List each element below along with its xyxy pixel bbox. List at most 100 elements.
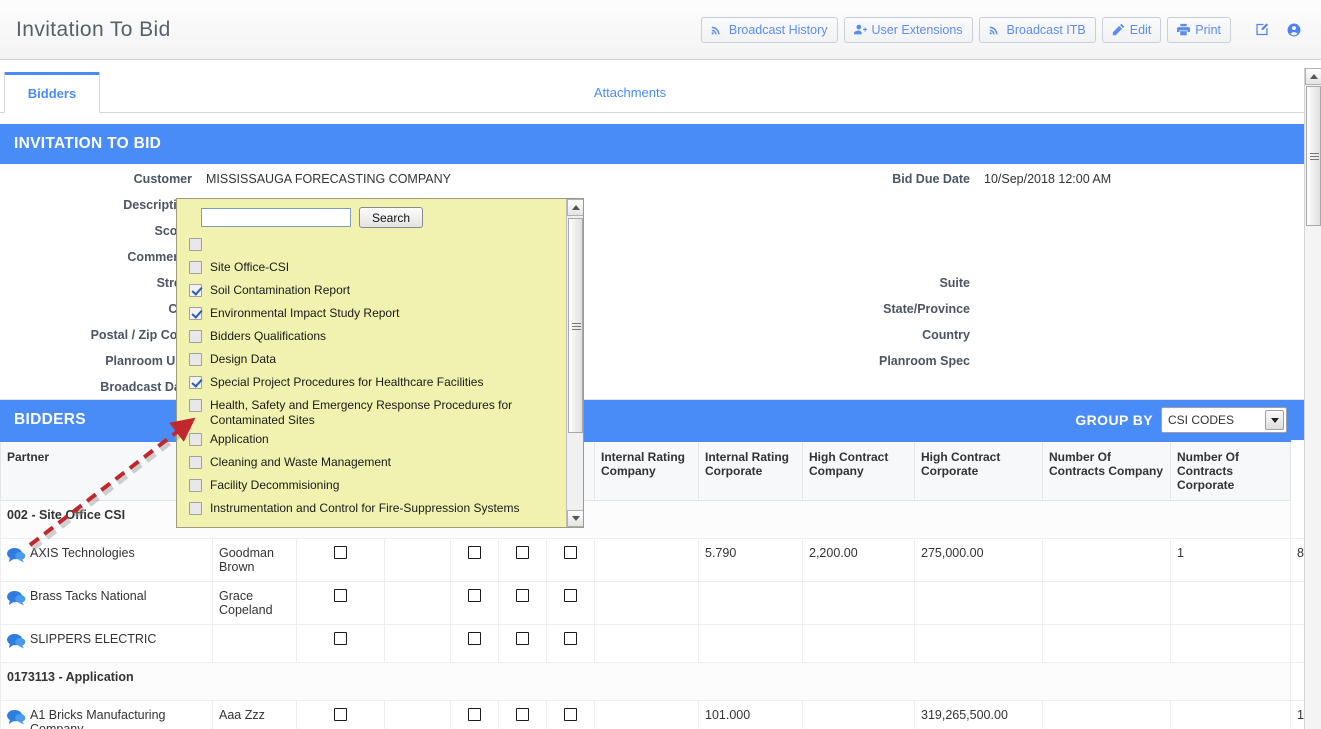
row-checkbox[interactable] [334, 632, 347, 645]
chat-bubble-icon[interactable] [7, 633, 26, 652]
group-by-select[interactable]: CSI CODES [1161, 407, 1287, 433]
edit-square-icon[interactable] [1249, 17, 1275, 43]
col-internal-rating-corporate[interactable]: Internal Rating Corporate [698, 440, 803, 501]
page-scroll-up-arrow-icon[interactable] [1305, 68, 1321, 85]
col-number-of-contracts-company[interactable]: Number Of Contracts Company [1042, 440, 1171, 501]
multiselect-option-checkbox[interactable] [189, 376, 202, 389]
tab-bidders[interactable]: Bidders [4, 72, 100, 113]
table-row[interactable]: AXIS Technologies Goodman Brown 5.790 2,200… [0, 538, 1305, 582]
row-checkbox[interactable] [468, 589, 481, 602]
cell-checkbox-5[interactable] [546, 624, 595, 663]
multiselect-option-checkbox[interactable] [189, 238, 202, 251]
print-button[interactable]: Print [1167, 16, 1231, 43]
col-number-of-contracts-corporate[interactable]: Number Of Contracts Corporate [1170, 440, 1291, 501]
cell-checkbox-1[interactable] [296, 538, 385, 582]
multiselect-option[interactable]: Design Data [183, 349, 583, 372]
chat-bubble-icon[interactable] [7, 590, 26, 609]
cell-checkbox-3[interactable] [450, 700, 499, 729]
cell-checkbox-4[interactable] [498, 624, 547, 663]
row-checkbox[interactable] [334, 708, 347, 721]
multiselect-option[interactable] [183, 234, 583, 257]
cell-checkbox-1[interactable] [296, 624, 385, 663]
multiselect-option-checkbox[interactable] [189, 353, 202, 366]
chat-bubble-icon[interactable] [7, 547, 26, 563]
scroll-up-arrow-icon[interactable] [567, 199, 583, 216]
page-scrollbar-thumb[interactable] [1306, 86, 1321, 226]
cell-checkbox-2[interactable] [384, 700, 451, 729]
col-high-contract-corporate[interactable]: High Contract Corporate [914, 440, 1043, 501]
multiselect-option[interactable]: Site Office-CSI [183, 257, 583, 280]
multiselect-option[interactable]: Facility Decommisioning [183, 475, 583, 498]
multiselect-option-checkbox[interactable] [189, 261, 202, 274]
multiselect-option-checkbox[interactable] [189, 284, 202, 297]
table-row[interactable]: A1 Bricks Manufacturing Company Aaa Zzz 10… [0, 700, 1305, 729]
tab-attachments[interactable]: Attachments [560, 72, 700, 113]
col-internal-rating-company[interactable]: Internal Rating Company [594, 440, 699, 501]
chat-bubble-icon[interactable] [7, 633, 26, 649]
chat-bubble-icon[interactable] [7, 709, 26, 725]
col-high-contract-company[interactable]: High Contract Company [802, 440, 915, 501]
multiselect-option[interactable]: Application [183, 429, 583, 452]
multiselect-option[interactable]: Cleaning and Waste Management [183, 452, 583, 475]
multiselect-option-checkbox[interactable] [189, 502, 202, 515]
multiselect-option[interactable]: Health, Safety and Emergency Response Pr… [183, 395, 583, 429]
multiselect-option-checkbox[interactable] [189, 456, 202, 469]
cell-checkbox-5[interactable] [546, 581, 595, 625]
row-checkbox[interactable] [516, 708, 529, 721]
cell-checkbox-3[interactable] [450, 581, 499, 625]
multiselect-option-checkbox[interactable] [189, 433, 202, 446]
multiselect-option-checkbox[interactable] [189, 330, 202, 343]
row-checkbox[interactable] [468, 708, 481, 721]
page-vertical-scrollbar[interactable] [1304, 68, 1321, 729]
row-checkbox[interactable] [516, 589, 529, 602]
table-row[interactable]: SLIPPERS ELECTRIC [0, 624, 1305, 663]
multiselect-option[interactable]: Bidders Qualifications [183, 326, 583, 349]
row-checkbox[interactable] [564, 632, 577, 645]
multiselect-option[interactable]: Instrumentation and Control for Fire-Sup… [183, 498, 583, 521]
cell-checkbox-2[interactable] [384, 624, 451, 663]
multiselect-horizontal-scrollbar[interactable] [177, 527, 584, 528]
cell-checkbox-1[interactable] [296, 700, 385, 729]
scrollbar-thumb[interactable] [568, 218, 583, 433]
cell-checkbox-5[interactable] [546, 700, 595, 729]
chat-bubble-icon[interactable] [7, 547, 26, 566]
cell-checkbox-4[interactable] [498, 538, 547, 582]
multiselect-option-checkbox[interactable] [189, 479, 202, 492]
row-checkbox[interactable] [564, 708, 577, 721]
multiselect-option[interactable]: Environmental Impact Study Report [183, 303, 583, 326]
broadcast-history-button[interactable]: Broadcast History [700, 16, 838, 43]
user-extensions-button[interactable]: User Extensions [843, 16, 973, 43]
multiselect-vertical-scrollbar[interactable] [566, 199, 583, 527]
edit-button[interactable]: Edit [1101, 16, 1162, 43]
cell-checkbox-2[interactable] [384, 538, 451, 582]
cell-checkbox-2[interactable] [384, 581, 451, 625]
cell-checkbox-3[interactable] [450, 624, 499, 663]
chevron-down-icon[interactable] [1265, 410, 1284, 430]
row-checkbox[interactable] [334, 589, 347, 602]
table-row[interactable]: Brass Tacks National Grace Copeland [0, 581, 1305, 625]
row-checkbox[interactable] [516, 632, 529, 645]
row-checkbox[interactable] [468, 632, 481, 645]
account-circle-icon[interactable] [1281, 17, 1307, 43]
row-checkbox[interactable] [564, 546, 577, 559]
chat-bubble-icon[interactable] [7, 590, 26, 606]
chat-bubble-icon[interactable] [7, 709, 26, 728]
row-checkbox[interactable] [564, 589, 577, 602]
row-checkbox[interactable] [468, 546, 481, 559]
cell-checkbox-4[interactable] [498, 581, 547, 625]
row-checkbox[interactable] [516, 546, 529, 559]
cell-checkbox-5[interactable] [546, 538, 595, 582]
row-checkbox[interactable] [334, 546, 347, 559]
csi-code-multiselect-dropdown[interactable]: Search Site Office-CSI Soil Contamination… [176, 198, 584, 528]
multiselect-option[interactable]: Special Project Procedures for Healthcar… [183, 372, 583, 395]
multiselect-search-button[interactable]: Search [359, 207, 424, 228]
cell-checkbox-1[interactable] [296, 581, 385, 625]
cell-checkbox-4[interactable] [498, 700, 547, 729]
broadcast-itb-button[interactable]: Broadcast ITB [978, 16, 1096, 43]
multiselect-option-checkbox[interactable] [189, 307, 202, 320]
multiselect-option[interactable]: Soil Contamination Report [183, 280, 583, 303]
multiselect-search-input[interactable] [201, 208, 351, 227]
cell-checkbox-3[interactable] [450, 538, 499, 582]
scroll-down-arrow-icon[interactable] [567, 510, 583, 527]
multiselect-option-checkbox[interactable] [189, 399, 202, 412]
